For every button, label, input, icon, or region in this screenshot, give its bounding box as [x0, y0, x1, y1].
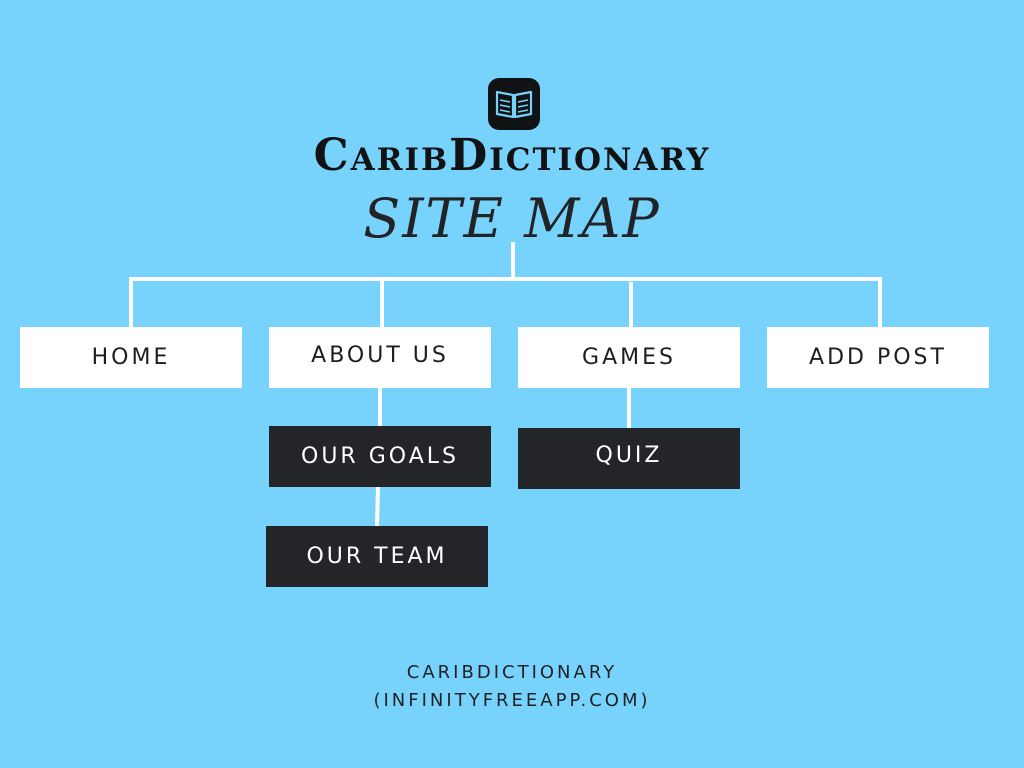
footer-site-name: CARIBDICTIONARY	[406, 662, 618, 683]
node-home[interactable]: HOME	[20, 327, 242, 388]
brand-name: CaribDictionary	[313, 130, 711, 181]
node-about-us[interactable]: ABOUT US	[269, 327, 491, 388]
node-our-team[interactable]: OUR TEAM	[266, 526, 488, 587]
node-quiz[interactable]: QUIZ	[518, 428, 740, 489]
connector-our-team	[374, 484, 381, 529]
book-icon	[488, 78, 540, 130]
node-our-goals[interactable]: OUR GOALS	[269, 426, 491, 487]
footer-domain: (INFINITYFREEAPP.COM)	[373, 690, 651, 711]
site-map-title: SITE MAP	[363, 187, 661, 250]
node-add-post[interactable]: ADD POST	[767, 327, 989, 388]
node-games[interactable]: GAMES	[518, 327, 740, 388]
